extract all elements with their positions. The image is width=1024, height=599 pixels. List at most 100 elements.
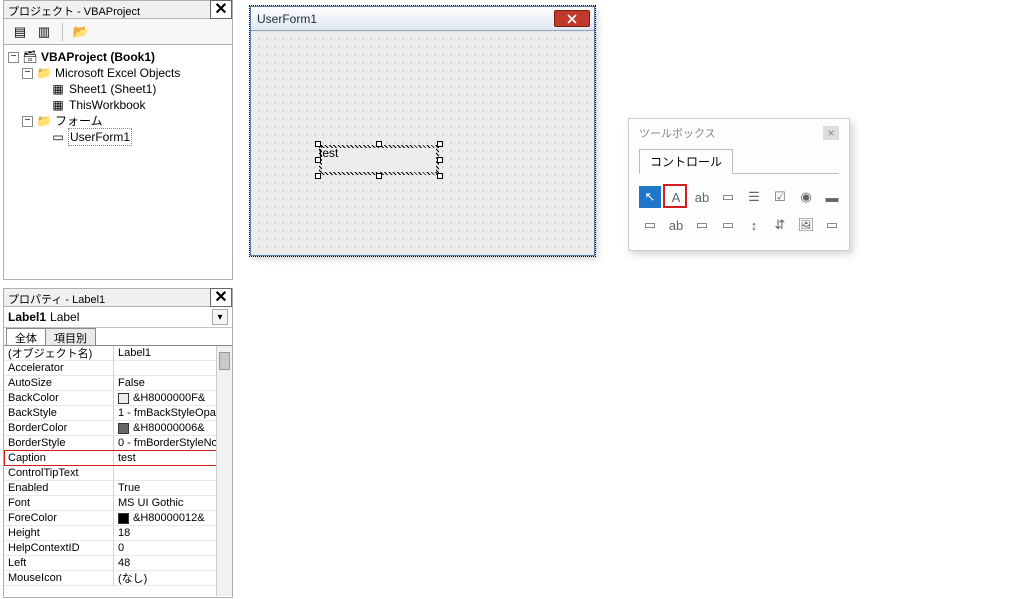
property-value[interactable]: (なし) bbox=[114, 571, 232, 586]
toggle-folders-button[interactable]: 📂 bbox=[71, 22, 91, 42]
view-object-button[interactable]: ▥ bbox=[34, 22, 54, 42]
userform-body[interactable]: test bbox=[251, 31, 594, 255]
property-value[interactable] bbox=[114, 466, 232, 481]
property-name[interactable]: BackColor bbox=[4, 391, 114, 406]
property-name[interactable]: MouseIcon bbox=[4, 571, 114, 586]
property-value[interactable]: test bbox=[114, 451, 232, 466]
project-explorer-title-text: プロジェクト - VBAProject bbox=[8, 6, 140, 18]
label-control[interactable]: test bbox=[319, 145, 439, 175]
property-name[interactable]: BackStyle bbox=[4, 406, 114, 421]
properties-object-name: Label1 bbox=[8, 310, 46, 324]
property-name[interactable]: AutoSize bbox=[4, 376, 114, 391]
properties-grid: (オブジェクト名)Label1AcceleratorAutoSize False B… bbox=[4, 346, 232, 596]
checkbox-icon: ☑ bbox=[774, 189, 786, 205]
properties-object-selector[interactable]: Label1 Label ▾ bbox=[4, 307, 232, 328]
property-value[interactable]: &H80000006& bbox=[114, 421, 232, 436]
tab-controls[interactable]: コントロール bbox=[639, 149, 733, 174]
property-value-text: &H80000006& bbox=[133, 422, 205, 434]
property-value[interactable]: 0 bbox=[114, 541, 232, 556]
resize-handle-n[interactable] bbox=[376, 141, 382, 147]
property-value[interactable]: 48 bbox=[114, 556, 232, 571]
expander-icon[interactable]: − bbox=[8, 52, 19, 63]
resize-handle-e[interactable] bbox=[437, 157, 443, 163]
tab-alphabetic[interactable]: 全体 bbox=[6, 328, 46, 345]
resize-handle-s[interactable] bbox=[376, 173, 382, 179]
property-value-text: 0 - fmBorderStyleNon bbox=[118, 437, 224, 449]
toolbox-commandbutton[interactable]: ab bbox=[665, 214, 687, 236]
property-name[interactable]: Caption bbox=[4, 451, 114, 466]
close-icon: ✕ bbox=[214, 289, 227, 306]
toolbox-optionbutton[interactable]: ◉ bbox=[795, 186, 817, 208]
userform-titlebar[interactable]: UserForm1 bbox=[251, 7, 594, 31]
toolbox-image[interactable]: 🖼 bbox=[795, 214, 817, 236]
property-value[interactable]: 1 - fmBackStyleOpaqu bbox=[114, 406, 232, 421]
property-name[interactable]: Left bbox=[4, 556, 114, 571]
property-name[interactable]: Height bbox=[4, 526, 114, 541]
toolbox-title-text: ツールボックス bbox=[639, 125, 716, 141]
toolbar-separator bbox=[62, 23, 63, 41]
property-name[interactable]: BorderStyle bbox=[4, 436, 114, 451]
property-name[interactable]: ForeColor bbox=[4, 511, 114, 526]
workbook-icon: ▦ bbox=[50, 97, 66, 113]
toolbox-refedit[interactable]: ▭ bbox=[821, 214, 843, 236]
userform-designer[interactable]: UserForm1 test bbox=[250, 6, 595, 256]
refedit-icon: ▭ bbox=[826, 217, 838, 233]
property-name[interactable]: Font bbox=[4, 496, 114, 511]
property-name[interactable]: BorderColor bbox=[4, 421, 114, 436]
userform-close-button[interactable] bbox=[554, 10, 590, 27]
property-name[interactable]: Accelerator bbox=[4, 361, 114, 376]
property-value[interactable]: Label1 bbox=[114, 346, 232, 361]
toolbox-close-button[interactable]: × bbox=[823, 126, 839, 140]
toolbox-combobox[interactable]: ▭ bbox=[717, 186, 739, 208]
property-value-text: False bbox=[118, 377, 145, 389]
toolbox-togglebutton[interactable]: ▬ bbox=[821, 186, 843, 208]
toolbox-spinbutton[interactable]: ⇵ bbox=[769, 214, 791, 236]
resize-handle-w[interactable] bbox=[315, 157, 321, 163]
property-value[interactable]: False bbox=[114, 376, 232, 391]
toolbox-checkbox[interactable]: ☑ bbox=[769, 186, 791, 208]
property-name[interactable]: Enabled bbox=[4, 481, 114, 496]
property-value[interactable]: 0 - fmBorderStyleNon bbox=[114, 436, 232, 451]
property-value[interactable]: &H8000000F& bbox=[114, 391, 232, 406]
tree-userform1[interactable]: ▭ UserForm1 bbox=[8, 129, 228, 145]
tree-excel-objects[interactable]: − 📁 Microsoft Excel Objects bbox=[8, 65, 228, 81]
tree-sheet1[interactable]: ▦ Sheet1 (Sheet1) bbox=[8, 81, 228, 97]
resize-handle-ne[interactable] bbox=[437, 141, 443, 147]
tree-thisworkbook[interactable]: ▦ ThisWorkbook bbox=[8, 97, 228, 113]
toolbox-listbox[interactable]: ☰ bbox=[743, 186, 765, 208]
toolbox-label[interactable]: A bbox=[665, 186, 687, 208]
properties-scrollbar[interactable] bbox=[216, 346, 232, 596]
property-value[interactable]: 18 bbox=[114, 526, 232, 541]
property-name[interactable]: HelpContextID bbox=[4, 541, 114, 556]
project-explorer-close-button[interactable]: ✕ bbox=[210, 0, 232, 19]
toolbox-tabstrip[interactable]: ▭ bbox=[691, 214, 713, 236]
toolbox-frame[interactable]: ▭ bbox=[639, 214, 661, 236]
property-value[interactable]: MS UI Gothic bbox=[114, 496, 232, 511]
folder-icon: 📁 bbox=[36, 65, 52, 81]
resize-handle-se[interactable] bbox=[437, 173, 443, 179]
property-value[interactable]: &H80000012& bbox=[114, 511, 232, 526]
close-icon: ✕ bbox=[214, 1, 227, 18]
tree-root[interactable]: − 🗃 VBAProject (Book1) bbox=[8, 49, 228, 65]
toolbox-scrollbar[interactable]: ↕ bbox=[743, 214, 765, 236]
expander-icon[interactable]: − bbox=[22, 68, 33, 79]
commandbutton-icon: ab bbox=[669, 218, 683, 233]
toolbox-multipage[interactable]: ▭ bbox=[717, 214, 739, 236]
property-value[interactable]: True bbox=[114, 481, 232, 496]
resize-handle-sw[interactable] bbox=[315, 173, 321, 179]
tree-userform1-label: UserForm1 bbox=[69, 129, 131, 145]
property-name[interactable]: (オブジェクト名) bbox=[4, 346, 114, 361]
resize-handle-nw[interactable] bbox=[315, 141, 321, 147]
tree-forms[interactable]: − 📁 フォーム bbox=[8, 113, 228, 129]
toolbox-textbox[interactable]: ab bbox=[691, 186, 713, 208]
property-value[interactable] bbox=[114, 361, 232, 376]
tab-categorized[interactable]: 項目別 bbox=[45, 328, 96, 345]
chevron-down-icon[interactable]: ▾ bbox=[212, 309, 228, 325]
expander-icon[interactable]: − bbox=[22, 116, 33, 127]
property-name[interactable]: ControlTipText bbox=[4, 466, 114, 481]
properties-close-button[interactable]: ✕ bbox=[210, 288, 232, 307]
scrollbar-thumb[interactable] bbox=[219, 352, 230, 370]
toolbox-pointer[interactable]: ↖ bbox=[639, 186, 661, 208]
image-icon: 🖼 bbox=[798, 217, 815, 233]
view-code-button[interactable]: ▤ bbox=[10, 22, 30, 42]
